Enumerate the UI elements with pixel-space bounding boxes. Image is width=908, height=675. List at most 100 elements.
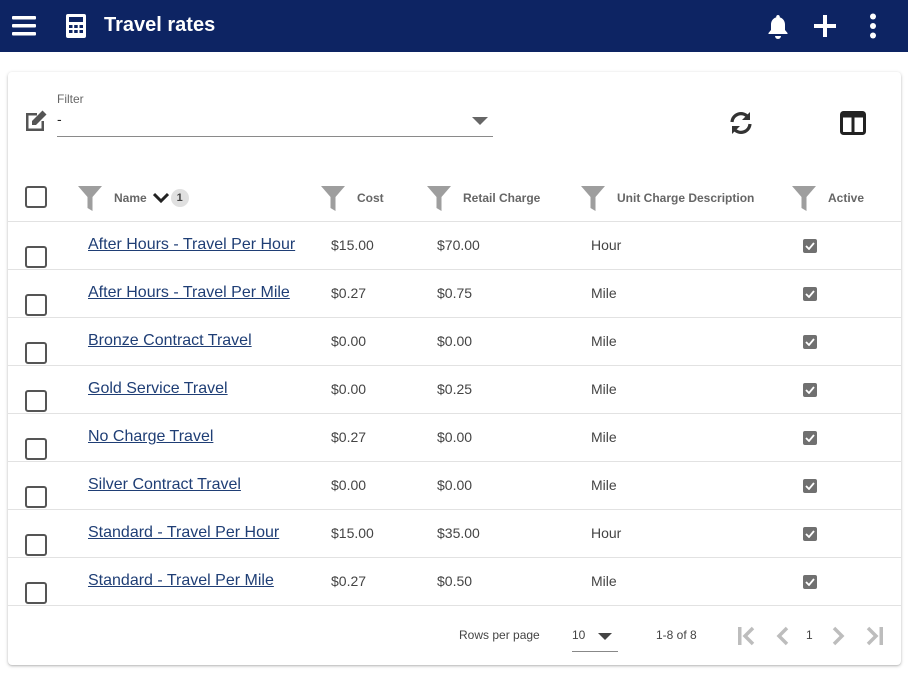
active-checked-icon [803, 575, 817, 589]
rate-retail-charge: $0.75 [437, 285, 473, 301]
pagination-range: 1-8 of 8 [656, 628, 697, 642]
last-page-button[interactable] [863, 624, 887, 648]
rate-retail-charge: $35.00 [437, 525, 480, 541]
calculator-icon [60, 10, 92, 42]
rate-name-link[interactable]: Bronze Contract Travel [88, 332, 252, 350]
chevron-left-icon [776, 626, 789, 646]
rate-unit-description: Mile [591, 429, 617, 445]
rate-cost: $0.27 [331, 573, 367, 589]
rate-cost: $0.00 [331, 477, 367, 493]
rate-cost: $15.00 [331, 237, 374, 253]
column-layout-button[interactable] [837, 107, 869, 139]
active-checked-icon [803, 383, 817, 397]
refresh-button[interactable] [725, 107, 757, 139]
filter-dropdown-caret-icon[interactable] [472, 117, 488, 125]
table-row: Standard - Travel Per Mile $0.27 $0.50 M… [8, 558, 901, 606]
row-select-checkbox[interactable] [25, 438, 47, 460]
filter-underline [57, 136, 493, 137]
column-header-active[interactable]: Active [792, 174, 864, 222]
select-all-checkbox[interactable] [25, 186, 47, 208]
rate-unit-description: Hour [591, 525, 622, 541]
table-header: Name 1 Cost Retail Charge Unit Charge De… [8, 174, 901, 222]
rate-unit-description: Hour [591, 237, 622, 253]
column-header-cost[interactable]: Cost [321, 174, 384, 222]
rate-retail-charge: $0.00 [437, 429, 473, 445]
name-filter-funnel-icon[interactable] [78, 184, 102, 212]
rate-unit-description: Mile [591, 285, 617, 301]
refresh-icon [730, 112, 752, 134]
rate-retail-charge: $0.25 [437, 381, 473, 397]
first-page-button[interactable] [734, 624, 758, 648]
column-layout-icon [840, 111, 866, 135]
rows-per-page-underline [572, 651, 618, 652]
rate-unit-description: Mile [591, 477, 617, 493]
rate-unit-description: Mile [591, 333, 617, 349]
chevron-right-icon [832, 626, 845, 646]
rate-retail-charge: $0.00 [437, 477, 473, 493]
sort-chevron-down-icon[interactable] [152, 192, 169, 204]
active-checked-icon [803, 239, 817, 253]
notifications-bell-icon[interactable] [762, 10, 794, 42]
column-name-label: Name [114, 191, 147, 205]
rows-per-page-caret-icon[interactable] [598, 633, 612, 640]
row-select-checkbox[interactable] [25, 582, 47, 604]
table-row: After Hours - Travel Per Mile $0.27 $0.7… [8, 270, 901, 318]
app-bar: Travel rates [0, 0, 908, 52]
table-row: Silver Contract Travel $0.00 $0.00 Mile [8, 462, 901, 510]
active-checked-icon [803, 287, 817, 301]
active-checked-icon [803, 527, 817, 541]
filter-select-value[interactable]: - [57, 111, 62, 127]
active-checked-icon [803, 479, 817, 493]
current-page-number: 1 [806, 628, 813, 642]
rows-per-page-label: Rows per page [459, 628, 540, 642]
rows-per-page-select[interactable]: 10 [572, 628, 585, 642]
rate-unit-description: Mile [591, 573, 617, 589]
rate-cost: $0.27 [331, 285, 367, 301]
rate-unit-description: Mile [591, 381, 617, 397]
rate-cost: $15.00 [331, 525, 374, 541]
previous-page-button[interactable] [770, 624, 794, 648]
last-page-icon [866, 626, 883, 646]
column-header-unit-charge[interactable]: Unit Charge Description [581, 174, 754, 222]
rate-name-link[interactable]: Silver Contract Travel [88, 476, 241, 494]
active-filter-funnel-icon[interactable] [792, 184, 816, 212]
row-select-checkbox[interactable] [25, 390, 47, 412]
rate-name-link[interactable]: Standard - Travel Per Mile [88, 572, 274, 590]
column-unit-label: Unit Charge Description [617, 191, 755, 205]
rate-retail-charge: $70.00 [437, 237, 480, 253]
menu-icon[interactable] [8, 10, 40, 42]
column-header-retail-charge[interactable]: Retail Charge [427, 174, 540, 222]
edit-filter-icon[interactable] [23, 108, 49, 134]
active-checked-icon [803, 335, 817, 349]
pagination-bar: Rows per page 10 1-8 of 8 1 [8, 606, 901, 665]
row-select-checkbox[interactable] [25, 534, 47, 556]
rate-name-link[interactable]: After Hours - Travel Per Hour [88, 236, 295, 254]
rate-name-link[interactable]: No Charge Travel [88, 428, 213, 446]
unit-filter-funnel-icon[interactable] [581, 184, 605, 212]
retail-filter-funnel-icon[interactable] [427, 184, 451, 212]
row-select-checkbox[interactable] [25, 486, 47, 508]
row-select-checkbox[interactable] [25, 342, 47, 364]
rate-name-link[interactable]: Gold Service Travel [88, 380, 228, 398]
table-row: Bronze Contract Travel $0.00 $0.00 Mile [8, 318, 901, 366]
rate-retail-charge: $0.00 [437, 333, 473, 349]
rate-cost: $0.00 [331, 381, 367, 397]
page-title: Travel rates [104, 14, 216, 36]
sort-order-badge: 1 [170, 189, 189, 207]
row-select-checkbox[interactable] [25, 246, 47, 268]
cost-filter-funnel-icon[interactable] [321, 184, 345, 212]
next-page-button[interactable] [827, 624, 851, 648]
row-select-checkbox[interactable] [25, 294, 47, 316]
column-header-name[interactable]: Name 1 [78, 174, 189, 222]
active-checked-icon [803, 431, 817, 445]
rate-retail-charge: $0.50 [437, 573, 473, 589]
column-retail-label: Retail Charge [463, 191, 541, 205]
add-icon[interactable] [809, 10, 841, 42]
rate-cost: $0.27 [331, 429, 367, 445]
first-page-icon [738, 626, 755, 646]
table-row: No Charge Travel $0.27 $0.00 Mile [8, 414, 901, 462]
rate-name-link[interactable]: After Hours - Travel Per Mile [88, 284, 290, 302]
more-vertical-icon[interactable] [857, 10, 889, 42]
column-active-label: Active [828, 191, 865, 205]
rate-name-link[interactable]: Standard - Travel Per Hour [88, 524, 279, 542]
